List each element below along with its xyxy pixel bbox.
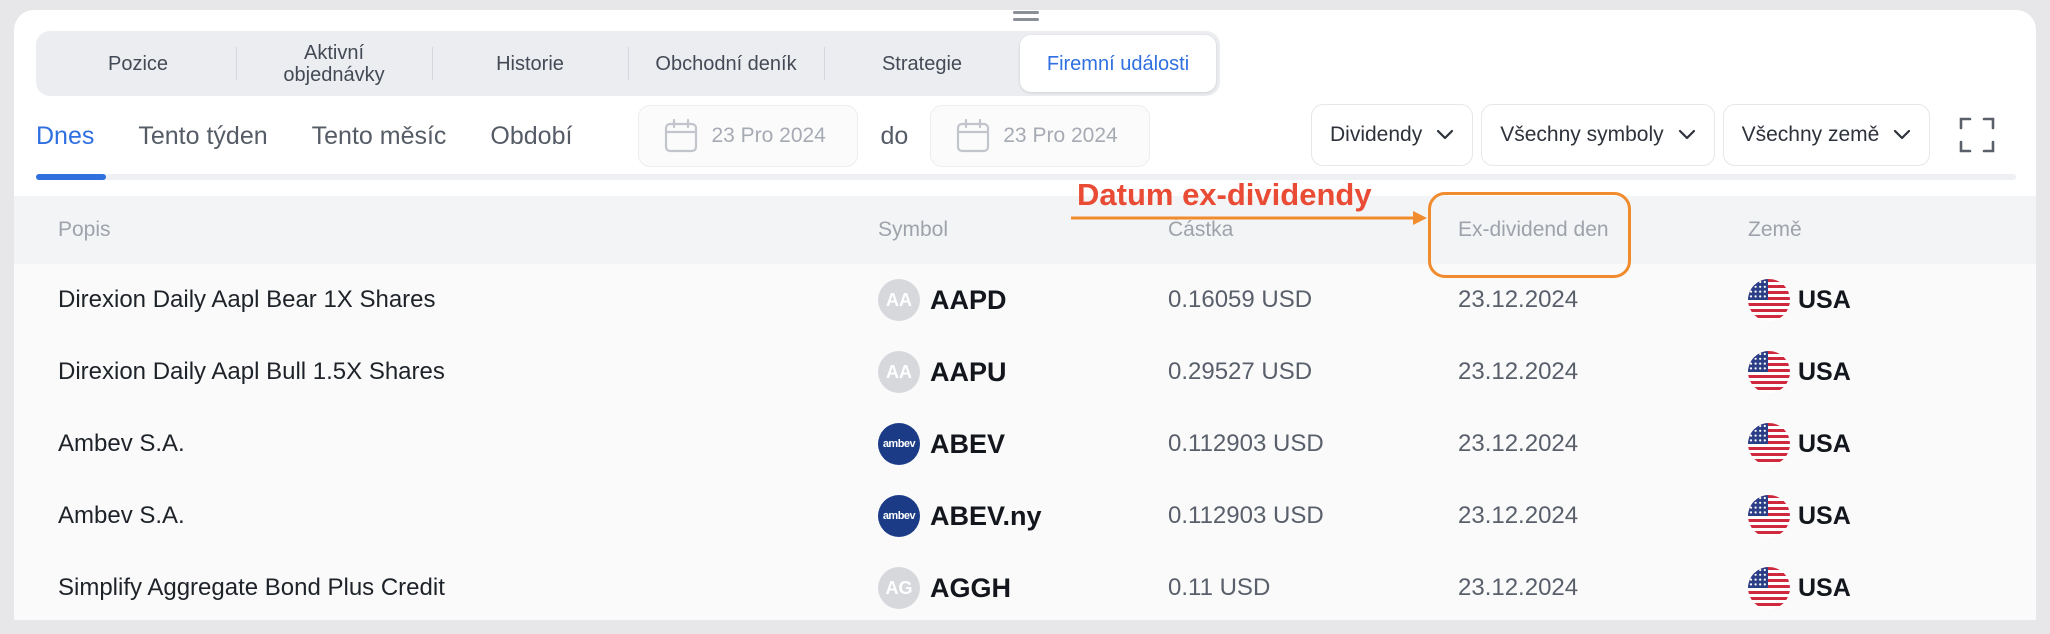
drag-handle-icon[interactable] (1013, 11, 1039, 24)
us-flag-icon (1748, 567, 1790, 609)
symbol-logo: AA (878, 279, 920, 321)
row-symbol: AG AGGH (878, 552, 1011, 624)
period-tento-mesic[interactable]: Tento měsíc (312, 122, 447, 151)
tab-strategie[interactable]: Strategie (824, 35, 1020, 92)
column-header-country[interactable]: Země (1748, 218, 1802, 242)
row-description: Direxion Daily Aapl Bull 1.5X Shares (58, 358, 445, 385)
annotation-label: Datum ex-dividendy (1077, 177, 1372, 212)
chevron-down-icon (1678, 129, 1695, 140)
date-from-field[interactable]: 23 Pro 2024 (638, 105, 859, 167)
table-row[interactable]: Ambev S.A. ambev ABEV.ny 0.112903 USD 23… (14, 480, 2036, 552)
symbol-logo: AG (878, 567, 920, 609)
us-flag-icon (1748, 351, 1790, 393)
column-header-symbol[interactable]: Symbol (878, 218, 948, 242)
chevron-down-icon (1894, 129, 1911, 140)
symbol-logo: AA (878, 351, 920, 393)
ambev-logo: ambev (878, 423, 920, 465)
chevron-down-icon (1437, 129, 1454, 140)
row-country: USA (1748, 552, 1851, 624)
row-description: Ambev S.A. (58, 502, 185, 529)
row-description: Simplify Aggregate Bond Plus Credit (58, 574, 445, 601)
tab-aktivni-objednavky[interactable]: Aktivní objednávky (236, 35, 432, 92)
filter-symbols-label: Všechny symboly (1500, 123, 1664, 146)
period-dnes[interactable]: Dnes (36, 122, 94, 151)
row-amount: 0.16059 USD (1168, 286, 1313, 313)
filter-countries-label: Všechny země (1741, 123, 1880, 146)
tab-firemni-udalosti[interactable]: Firemní události (1020, 35, 1216, 92)
date-to-value: 23 Pro 2024 (1003, 124, 1118, 147)
country-name: USA (1798, 357, 1851, 386)
row-ex-date: 23.12.2024 (1458, 358, 1579, 385)
row-amount: 0.29527 USD (1168, 358, 1313, 385)
tab-obchodni-denik[interactable]: Obchodní deník (628, 35, 824, 92)
filter-countries-dropdown[interactable]: Všechny země (1722, 104, 1931, 166)
symbol-ticker: AAPU (930, 356, 1007, 387)
tab-historie[interactable]: Historie (432, 35, 628, 92)
row-symbol: ambev ABEV (878, 408, 1005, 480)
country-name: USA (1798, 285, 1851, 314)
row-description: Ambev S.A. (58, 430, 185, 457)
filter-symbols-dropdown[interactable]: Všechny symboly (1481, 104, 1715, 166)
row-symbol: ambev ABEV.ny (878, 480, 1042, 552)
tab-pozice[interactable]: Pozice (40, 35, 236, 92)
annotation-highlight-box (1428, 192, 1631, 278)
column-header-description[interactable]: Popis (58, 218, 111, 242)
row-amount: 0.112903 USD (1168, 502, 1324, 529)
us-flag-icon (1748, 423, 1790, 465)
row-country: USA (1748, 408, 1851, 480)
date-to-field[interactable]: 23 Pro 2024 (930, 105, 1151, 167)
us-flag-icon (1748, 279, 1790, 321)
annotation-arrow-icon (1071, 211, 1427, 225)
tab-bar: Pozice Aktivní objednávky Historie Obcho… (36, 31, 1220, 96)
country-name: USA (1798, 429, 1851, 458)
row-description: Direxion Daily Aapl Bear 1X Shares (58, 286, 436, 313)
row-ex-date: 23.12.2024 (1458, 502, 1579, 529)
date-range-separator: do (880, 121, 909, 150)
period-tento-tyden[interactable]: Tento týden (138, 122, 267, 151)
table-row[interactable]: Direxion Daily Aapl Bull 1.5X Shares AA … (14, 336, 2036, 408)
table-row[interactable]: Simplify Aggregate Bond Plus Credit AG A… (14, 552, 2036, 624)
filter-type-dropdown[interactable]: Dividendy (1311, 104, 1474, 166)
table-row[interactable]: Ambev S.A. ambev ABEV 0.112903 USD 23.12… (14, 408, 2036, 480)
period-underline-track (36, 174, 2016, 180)
filter-type-label: Dividendy (1330, 123, 1423, 146)
table-row[interactable]: Direxion Daily Aapl Bear 1X Shares AA AA… (14, 264, 2036, 336)
country-name: USA (1798, 573, 1851, 602)
table-body: Direxion Daily Aapl Bear 1X Shares AA AA… (14, 264, 2036, 620)
symbol-ticker: ABEV (930, 428, 1006, 459)
date-from-value: 23 Pro 2024 (711, 124, 826, 147)
ambev-logo: ambev (878, 495, 920, 537)
row-symbol: AA AAPD (878, 264, 1007, 336)
us-flag-icon (1748, 495, 1790, 537)
row-symbol: AA AAPU (878, 336, 1007, 408)
filter-bar: Dividendy Všechny symboly Všechny země (1311, 104, 2002, 166)
period-selector: Dnes Tento týden Tento měsíc Období 23 P… (36, 104, 1151, 168)
row-country: USA (1748, 264, 1851, 336)
row-country: USA (1748, 480, 1851, 552)
fullscreen-icon[interactable] (1952, 110, 2002, 160)
calendar-icon (957, 118, 990, 153)
period-active-indicator (36, 174, 106, 180)
country-name: USA (1798, 501, 1851, 530)
symbol-ticker: AGGH (930, 572, 1011, 603)
row-amount: 0.112903 USD (1168, 430, 1324, 457)
symbol-ticker: AAPD (930, 284, 1007, 315)
row-ex-date: 23.12.2024 (1458, 574, 1579, 601)
table-header: Popis Symbol Částka Ex-dividend den Země (14, 196, 2036, 264)
row-amount: 0.11 USD (1168, 574, 1271, 601)
row-ex-date: 23.12.2024 (1458, 430, 1579, 457)
calendar-icon (665, 118, 698, 153)
period-obdobi[interactable]: Období (490, 122, 572, 151)
symbol-ticker: ABEV.ny (930, 500, 1042, 531)
row-country: USA (1748, 336, 1851, 408)
